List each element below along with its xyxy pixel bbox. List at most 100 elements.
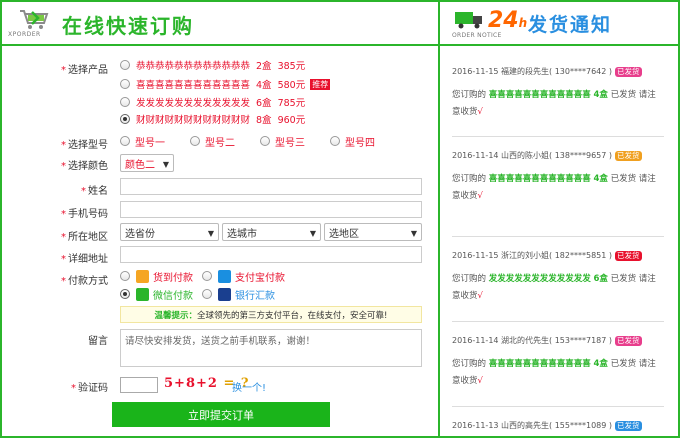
model-label-text: 型号四 [345, 137, 375, 149]
notice-body: 您订购的 发发发发发发发发发发发发 6盒 已发货 请注意收货√ [452, 271, 662, 305]
notice-phone: ( 155****1089 ) [549, 421, 613, 430]
notice-prefix: 您订购的 [452, 90, 487, 100]
captcha-label-wrap: * 验证码 [40, 375, 108, 395]
product-option[interactable]: 发发发发发发发发发发发发 6盒 785元 [120, 95, 305, 109]
check-icon: √ [477, 291, 483, 301]
product-radio[interactable] [120, 60, 130, 70]
check-icon: √ [477, 107, 483, 117]
color-label: * 选择颜色 [61, 161, 108, 172]
notice-phone: ( 138****9657 ) [549, 151, 613, 160]
product-option[interactable]: 财财财财财财财财财财财财 8盒 960元 [120, 112, 305, 126]
payment-option[interactable]: 支付宝付款 [202, 269, 285, 284]
product-qty: 6盒 [256, 98, 272, 109]
product-price: 580元 [277, 80, 306, 91]
message-label: 留言 [88, 336, 108, 347]
submit-order-button[interactable]: 立即提交订单 [112, 402, 330, 427]
model-radio[interactable] [260, 136, 270, 146]
change-captcha-link[interactable]: 换一个! [232, 379, 266, 394]
notice-customer: 湖北的代先生 [501, 336, 550, 345]
check-icon: √ [477, 191, 483, 201]
shopping-cart-icon [20, 10, 49, 29]
message-textarea[interactable]: 请尽快安排发货，送货之前手机联系，谢谢！ [120, 329, 422, 367]
shipped-badge: 已发货 [615, 151, 642, 161]
wechat-icon [136, 287, 149, 301]
product-name: 发发发发发发发发发发发发 [136, 98, 251, 109]
color-select[interactable]: 颜色二 ▼ [120, 154, 174, 172]
notice-date: 2016-11-15 [452, 67, 499, 76]
notice-separator [452, 236, 664, 237]
region-label-wrap: * 所在地区 [40, 224, 108, 244]
notice-body: 您订购的 喜喜喜喜喜喜喜喜喜喜喜喜 4盒 已发货 请注意收货√ [452, 87, 662, 121]
payment-tip: 温馨提示： 全球领先的第三方支付平台，在线支付，安全可靠! [120, 306, 422, 323]
cart-logo: XPORDER [8, 8, 52, 42]
name-input[interactable] [120, 178, 422, 195]
model-option[interactable]: 型号四 [330, 134, 375, 149]
province-select[interactable]: 选省份 ▼ [120, 223, 219, 241]
model-label-wrap: * 选择型号 [40, 132, 108, 152]
chevron-down-icon: ▼ [207, 229, 214, 238]
notice-body: 您订购的 喜喜喜喜喜喜喜喜喜喜喜喜 4盒 已发货 请注意收货√ [452, 356, 662, 390]
captcha-input[interactable] [120, 377, 158, 393]
name-label: * 姓名 [81, 186, 108, 197]
payment-radio[interactable] [120, 289, 130, 299]
payment-radio[interactable] [202, 289, 212, 299]
product-option[interactable]: 恭恭恭恭恭恭恭恭恭恭恭恭 2盒 385元 [120, 58, 305, 72]
payment-radio[interactable] [202, 271, 212, 281]
model-label: * 选择型号 [61, 140, 108, 151]
notice-phone: ( 130****7642 ) [549, 67, 613, 76]
product-qty: 2盒 [256, 61, 272, 72]
chevron-down-icon: ▼ [410, 229, 417, 238]
notice-body: 您订购的 喜喜喜喜喜喜喜喜喜喜喜喜 4盒 已发货 请注意收货√ [452, 171, 662, 205]
payment-radio[interactable] [120, 271, 130, 281]
model-label-text: 型号一 [135, 137, 165, 149]
district-select[interactable]: 选地区 ▼ [324, 223, 422, 241]
24h-badge: 24h [488, 8, 528, 33]
model-option[interactable]: 型号二 [190, 134, 235, 149]
product-name: 财财财财财财财财财财财财 [136, 115, 251, 126]
model-option[interactable]: 型号三 [260, 134, 305, 149]
product-option[interactable]: 喜喜喜喜喜喜喜喜喜喜喜喜 4盒 580元 推荐 [120, 77, 331, 91]
tip-text: 全球领先的第三方支付平台，在线支付，安全可靠! [197, 310, 388, 321]
model-option[interactable]: 型号一 [120, 134, 165, 149]
recommend-badge: 推荐 [310, 78, 331, 90]
notice-prefix: 您订购的 [452, 359, 487, 369]
shipped-badge: 已发货 [615, 251, 642, 261]
notice-customer: 浙江的刘小姐 [501, 251, 550, 260]
logo-caption: XPORDER [8, 31, 41, 38]
model-radio[interactable] [330, 136, 340, 146]
phone-input[interactable] [120, 201, 422, 218]
notice-prefix: 您订购的 [452, 274, 487, 284]
notice-item: 2016-11-13 山西的高先生( 155****1089 ) 已发货 [452, 420, 662, 431]
notice-product: 喜喜喜喜喜喜喜喜喜喜喜喜 [488, 90, 591, 100]
province-select-value: 选省份 [125, 228, 155, 240]
address-input[interactable] [120, 246, 422, 263]
page-title: 在线快速订购 [62, 14, 194, 38]
notice-qty: 6盒 [593, 274, 608, 284]
notice-separator [452, 406, 664, 407]
model-radio[interactable] [190, 136, 200, 146]
product-radio[interactable] [120, 114, 130, 124]
notice-separator [452, 136, 664, 137]
notice-prefix: 您订购的 [452, 174, 487, 184]
notice-product: 喜喜喜喜喜喜喜喜喜喜喜喜 [488, 359, 591, 369]
payment-option[interactable]: 货到付款 [120, 269, 193, 284]
name-label-wrap: * 姓名 [40, 178, 108, 198]
payment-option[interactable]: 微信付款 [120, 287, 193, 302]
notice-date: 2016-11-14 [452, 336, 499, 345]
notice-header-line: 2016-11-15 福建的段先生( 130****7642 ) 已发货 [452, 66, 662, 77]
city-select[interactable]: 选城市 ▼ [222, 223, 321, 241]
model-radio[interactable] [120, 136, 130, 146]
notice-qty: 4盒 [593, 359, 608, 369]
address-label: * 详细地址 [61, 254, 108, 265]
notice-header-line: 2016-11-14 山西的陈小姐( 138****9657 ) 已发货 [452, 150, 662, 161]
product-qty: 8盒 [256, 115, 272, 126]
payment-option[interactable]: 银行汇款 [202, 287, 275, 302]
product-qty: 4盒 [256, 80, 272, 91]
notice-qty: 4盒 [593, 174, 608, 184]
shipped-badge: 已发货 [615, 336, 642, 346]
product-radio[interactable] [120, 97, 130, 107]
notice-title: 发货通知 [528, 14, 613, 36]
product-radio[interactable] [120, 79, 130, 89]
tip-title: 温馨提示： [154, 310, 198, 321]
color-label-wrap: * 选择颜色 [40, 153, 108, 173]
